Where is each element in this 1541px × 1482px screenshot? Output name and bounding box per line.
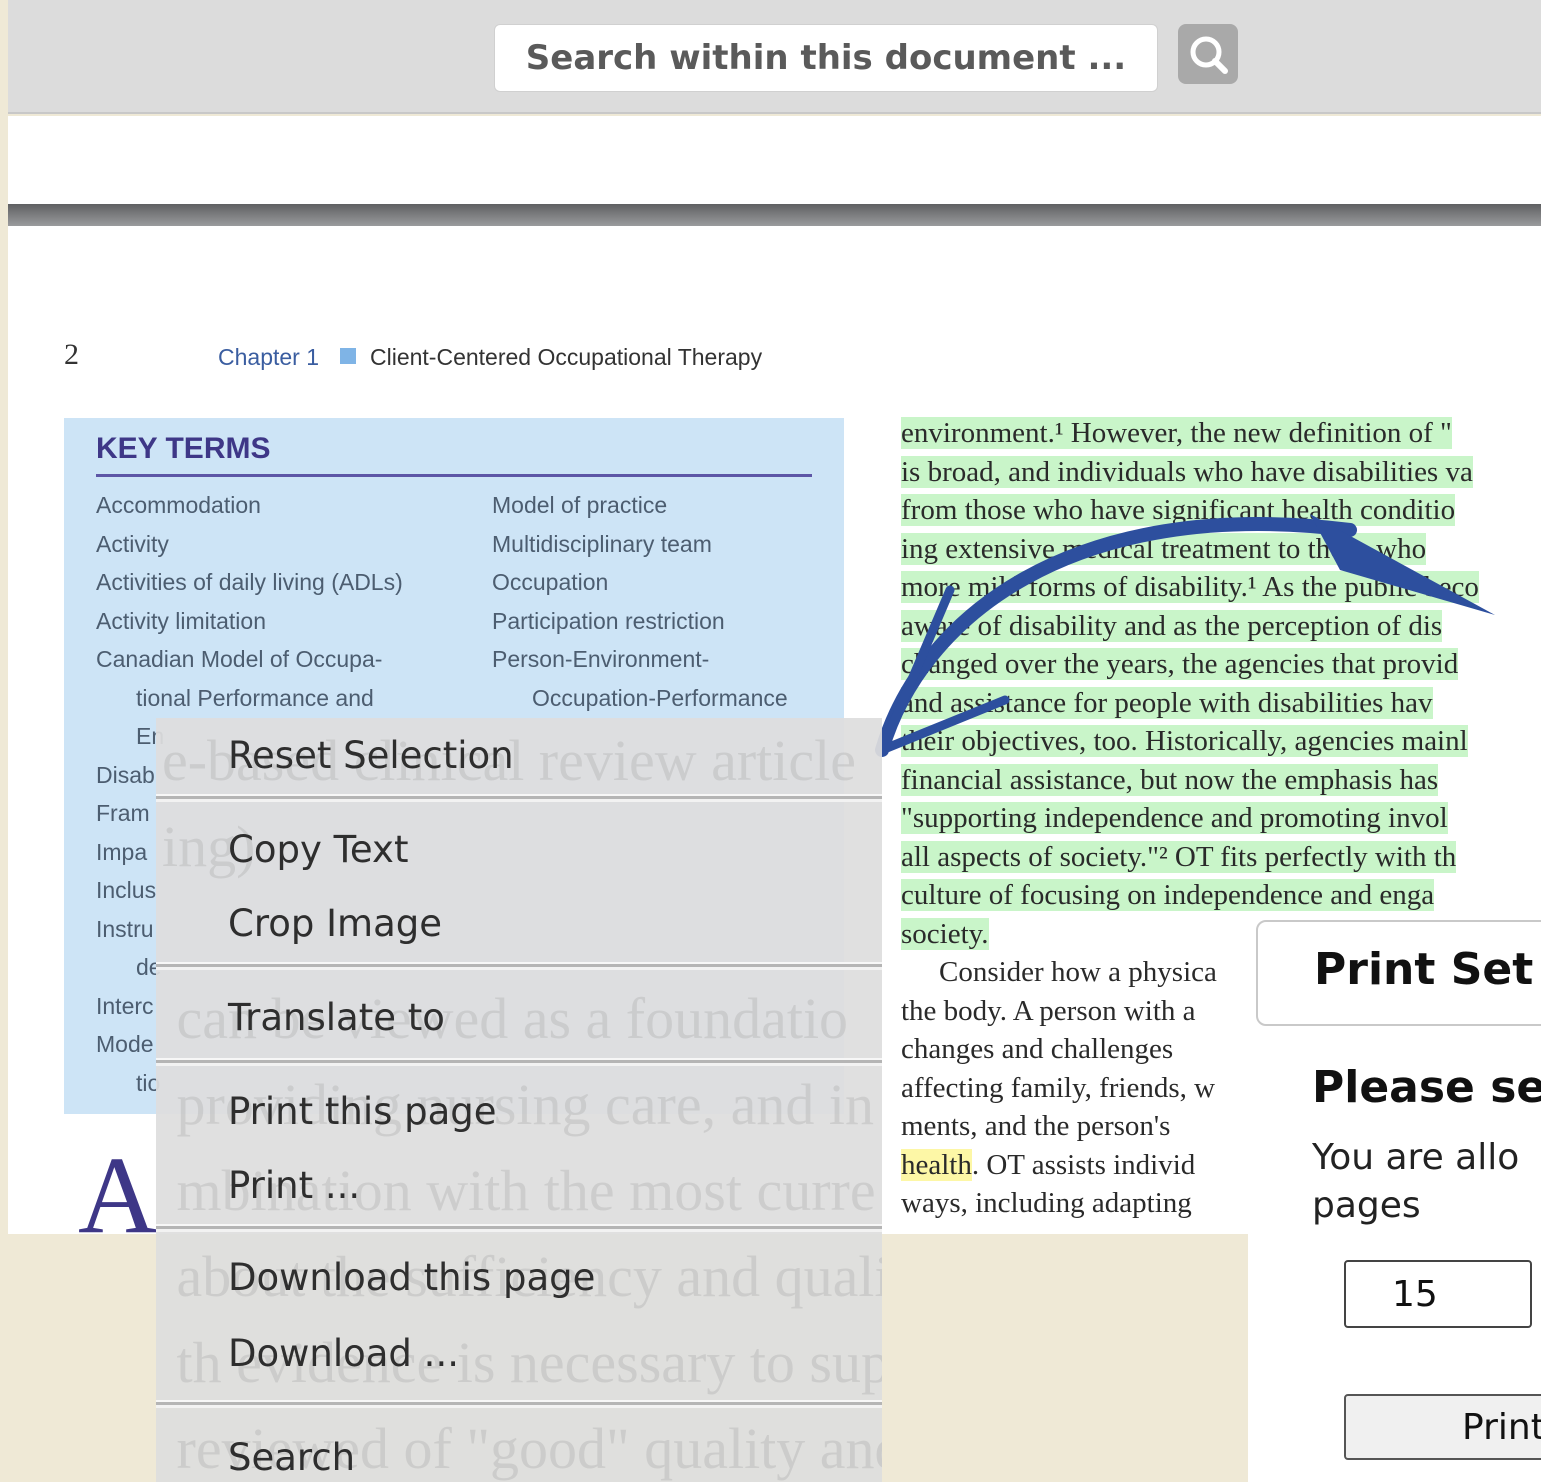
key-term: Participation restriction — [492, 607, 725, 634]
chapter-square-icon — [340, 348, 356, 364]
pages-count-input[interactable]: 15 — [1344, 1260, 1532, 1328]
highlighted-word: health — [901, 1148, 972, 1181]
chapter-title: Client-Centered Occupational Therapy — [370, 344, 763, 370]
text-line: all aspects of society."² OT fits perfec… — [901, 840, 1457, 873]
context-menu: e-based clinical review article ing) can… — [156, 718, 882, 1482]
menu-item-download-this-page[interactable]: Download this page — [228, 1256, 595, 1299]
drop-cap: A — [78, 1134, 158, 1234]
text-line: is broad, and individuals who have disab… — [901, 455, 1473, 488]
key-term: Person-Environment- — [492, 646, 710, 672]
menu-separator — [156, 794, 882, 802]
print-settings-description: You are allo pages — [1312, 1134, 1541, 1230]
curved-arrow-icon — [875, 514, 1495, 757]
key-term: Occupation — [492, 569, 609, 595]
menu-item-crop-image[interactable]: Crop Image — [228, 902, 442, 945]
key-term: tional Performance and — [136, 684, 374, 711]
key-terms-title: KEY TERMS — [96, 432, 271, 465]
print-settings-subtitle: Please se — [1312, 1062, 1541, 1113]
menu-item-reset-selection[interactable]: Reset Selection — [228, 734, 514, 777]
menu-item-translate-to[interactable]: Translate to — [228, 996, 445, 1039]
text-line: environment.¹ However, the new definitio… — [901, 417, 1452, 449]
text-line-rest: . OT assists individ — [971, 1148, 1196, 1181]
key-term: Activity — [96, 530, 169, 557]
key-term: Canadian Model of Occupa- — [96, 646, 383, 672]
menu-separator — [156, 1400, 882, 1408]
viewer-divider — [8, 204, 1541, 226]
text-line: society. — [901, 917, 989, 950]
key-term: Model of practice — [492, 492, 668, 518]
menu-separator — [156, 962, 882, 970]
text-line: financial assistance, but now the emphas… — [901, 763, 1439, 796]
print-settings-panel: Print Set Please se You are allo pages 1… — [1248, 920, 1541, 1482]
magnifier-icon — [1190, 36, 1228, 74]
menu-separator — [156, 1058, 882, 1066]
menu-item-download[interactable]: Download ... — [228, 1332, 459, 1375]
key-terms-rule — [96, 474, 812, 477]
menu-separator — [156, 1224, 882, 1232]
menu-item-search[interactable]: Search — [228, 1436, 355, 1479]
page-number: 2 — [64, 338, 79, 371]
print-description-line: pages — [1312, 1185, 1421, 1226]
toolbar-spacer — [8, 116, 1541, 204]
key-term: Occupation-Performance — [532, 684, 788, 711]
key-term: Activity limitation — [96, 607, 266, 634]
menu-item-copy-text[interactable]: Copy Text — [228, 828, 408, 871]
search-button[interactable] — [1178, 24, 1238, 84]
print-button[interactable]: Print — [1344, 1394, 1541, 1460]
text-line: "supporting independence and promoting i… — [901, 802, 1448, 834]
key-term: Activities of daily living (ADLs) — [96, 569, 403, 595]
search-input[interactable]: Search within this document ... — [494, 24, 1158, 92]
menu-item-print-this-page[interactable]: Print this page — [228, 1090, 497, 1133]
text-line: culture of focusing on independence and … — [901, 879, 1435, 911]
key-term: Accommodation — [96, 492, 261, 518]
key-term: Multidisciplinary team — [492, 530, 712, 557]
print-description-line: You are allo — [1312, 1137, 1520, 1178]
menu-item-print[interactable]: Print ... — [228, 1164, 360, 1207]
top-toolbar: Search within this document ... — [8, 0, 1541, 114]
key-terms-right-column: Model of practice Multidisciplinary team… — [492, 486, 788, 717]
print-settings-title: Print Set — [1314, 944, 1534, 995]
chapter-label: Chapter 1 — [218, 344, 320, 370]
